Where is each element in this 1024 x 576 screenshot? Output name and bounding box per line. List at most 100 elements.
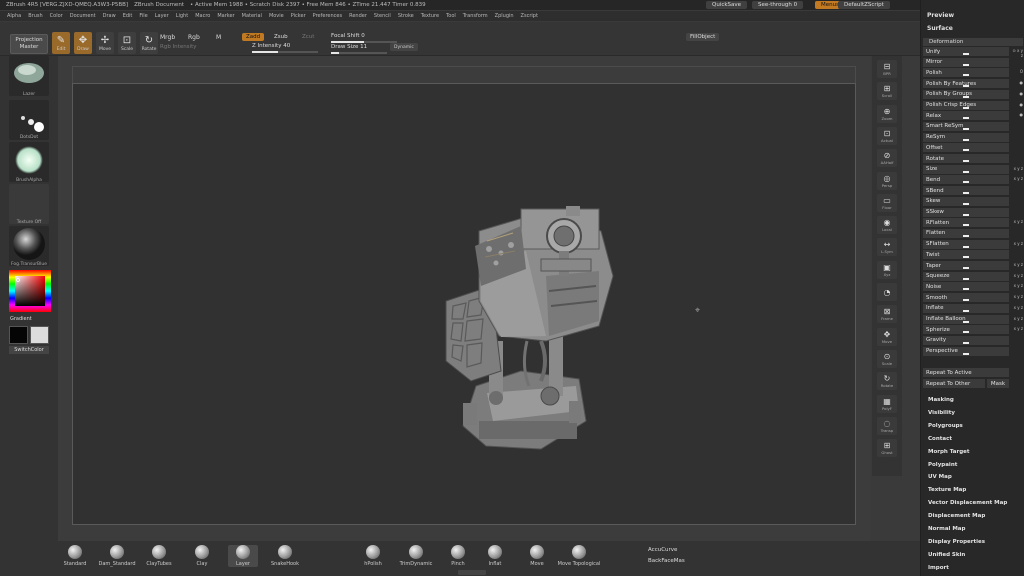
menu-color[interactable]: Color [50,13,63,19]
rshelf-xyz-button[interactable]: ▣ Xyz [877,260,897,279]
menu-picker[interactable]: Picker [291,13,306,19]
brush-dam_standard-button[interactable]: Dam_Standard [98,545,136,567]
stroke-thumbnail[interactable] [9,100,49,140]
z-intensity-track[interactable] [252,51,318,53]
brush-clay-button[interactable]: Clay [187,545,217,567]
subpalette-displacement-map[interactable]: Displacement Map [928,513,985,519]
slider-knob[interactable] [963,95,969,98]
deform-axis-toggle[interactable]: x y z [1011,305,1023,310]
rshelf-rotate-button[interactable]: ↻ Rotate [877,372,897,391]
deform-skew-slider[interactable]: Skew [923,196,1009,206]
menu-tool[interactable]: Tool [446,13,456,19]
brush-thumbnail[interactable] [9,56,49,96]
surface-subpalette[interactable]: Surface [927,25,953,32]
slider-knob[interactable] [963,192,969,195]
shelf-scroll-handle[interactable] [458,570,486,575]
deform-smart-resym-slider[interactable]: Smart ReSym [923,121,1009,131]
menu-texture[interactable]: Texture [421,13,439,19]
deform-inflate-balloon-slider[interactable]: Inflate Balloon [923,314,1009,324]
slider-knob[interactable] [963,181,969,184]
deform-size-slider[interactable]: Size [923,164,1009,174]
brush-trimdynamic-button[interactable]: TrimDynamic [400,545,432,567]
slider-knob[interactable] [963,331,969,334]
tool-draw-button[interactable]: ✥ Draw [74,32,92,54]
subpalette-import[interactable]: Import [928,565,949,571]
slider-knob[interactable] [963,352,969,355]
deform-sbend-slider[interactable]: SBend [923,186,1009,196]
menu-edit[interactable]: Edit [123,13,133,19]
tool-scale-button[interactable]: ⊡ Scale [118,32,136,54]
slider-knob[interactable] [963,213,969,216]
deform-axis-toggle[interactable]: x y z [1011,262,1023,267]
m-button[interactable]: M [216,34,221,41]
menu-macro[interactable]: Macro [195,13,210,19]
deform-relax-slider[interactable]: Relax [923,111,1009,121]
subpalette-texture-map[interactable]: Texture Map [928,487,966,493]
slider-knob[interactable] [963,224,969,227]
deform-offset-slider[interactable]: Offset [923,143,1009,153]
deform-noise-slider[interactable]: Noise [923,282,1009,292]
material-thumbnail[interactable] [9,226,49,266]
deform-axis-toggle[interactable]: x y z [1011,316,1023,321]
repeat-to-active-button[interactable]: Repeat To Active [923,368,1009,377]
brush-hpolish-button[interactable]: hPolish [358,545,388,567]
brush-layer-button[interactable]: Layer [228,545,258,567]
slider-knob[interactable] [963,127,969,130]
deform-gravity-slider[interactable]: Gravity [923,335,1009,345]
rgb-intensity-slider[interactable]: Rgb Intensity [160,44,197,50]
repeat-to-other-button[interactable]: Repeat To Other [923,379,985,388]
deform-mirror-slider[interactable]: Mirror [923,57,1009,67]
rshelf-bpr-button[interactable]: ⊟ BPR [877,60,897,78]
default-zscript-button[interactable]: DefaultZScript [838,1,890,9]
menu-preferences[interactable]: Preferences [313,13,342,19]
brush-pinch-button[interactable]: Pinch [443,545,473,567]
deform-rflatten-slider[interactable]: RFlatten [923,218,1009,228]
texture-thumbnail[interactable] [9,184,49,224]
menu-movie[interactable]: Movie [269,13,284,19]
slider-knob[interactable] [963,341,969,344]
alpha-thumbnail[interactable] [9,142,49,182]
subpalette-masking[interactable]: Masking [928,397,954,403]
deform-axis-toggle[interactable]: x y z [1011,273,1023,278]
deform-bend-slider[interactable]: Bend [923,175,1009,185]
brush-inflat-button[interactable]: Inflat [480,545,510,567]
see-through-slider[interactable]: See-through 0 [752,1,804,9]
menu-stencil[interactable]: Stencil [374,13,391,19]
menu-file[interactable]: File [139,13,147,19]
brush-move-topological-button[interactable]: Move Topological [558,545,600,567]
deform-polish-by-features-slider[interactable]: Polish By Features [923,79,1009,89]
subpalette-contact[interactable]: Contact [928,436,952,442]
deform-flatten-slider[interactable]: Flatten [923,228,1009,238]
focal-shift-slider[interactable]: Focal Shift 0 [331,33,365,39]
tool-edit-button[interactable]: ✎ Edit [52,32,70,54]
slider-knob[interactable] [963,117,969,120]
rshelf-persp-button[interactable]: ◎ Persp [877,171,897,190]
slider-knob[interactable] [963,74,969,77]
menu-light[interactable]: Light [176,13,188,19]
deform-axis-toggle[interactable]: x y z [1011,219,1023,224]
deform-axis-toggle[interactable]: ● [1011,112,1024,117]
slider-knob[interactable] [963,309,969,312]
slider-knob[interactable] [963,299,969,302]
slider-knob[interactable] [963,277,969,280]
rshelf-move-button[interactable]: ✥ Move [877,327,897,346]
rshelf-ghost-button[interactable]: ⊞ Ghost [877,439,897,458]
subpalette-normal-map[interactable]: Normal Map [928,526,965,532]
slider-knob[interactable] [963,245,969,248]
deform-twist-slider[interactable]: Twist [923,250,1009,260]
deform-smooth-slider[interactable]: Smooth [923,293,1009,303]
dynamic-button[interactable]: Dynamic [390,43,418,51]
deform-axis-toggle[interactable]: x y z [1011,283,1023,288]
slider-knob[interactable] [963,138,969,141]
brush-claytubes-button[interactable]: ClayTubes [144,545,174,567]
deform-axis-toggle[interactable]: x y z [1011,241,1023,246]
subpalette-visibility[interactable]: Visibility [928,410,955,416]
rshelf-aahalf-button[interactable]: ⊘ AAHalf [877,149,897,168]
draw-size-slider[interactable]: Draw Size 11 [331,44,367,50]
slider-knob[interactable] [963,234,969,237]
rshelf-scale-button[interactable]: ⊙ Scale [877,349,897,368]
deform-axis-toggle[interactable]: x y z [1011,294,1023,299]
rshelf-scroll-button[interactable]: ⊞ Scroll [877,82,897,101]
brush-snakehook-button[interactable]: SnakeHook [270,545,300,567]
deform-axis-toggle[interactable]: O [1011,69,1023,74]
